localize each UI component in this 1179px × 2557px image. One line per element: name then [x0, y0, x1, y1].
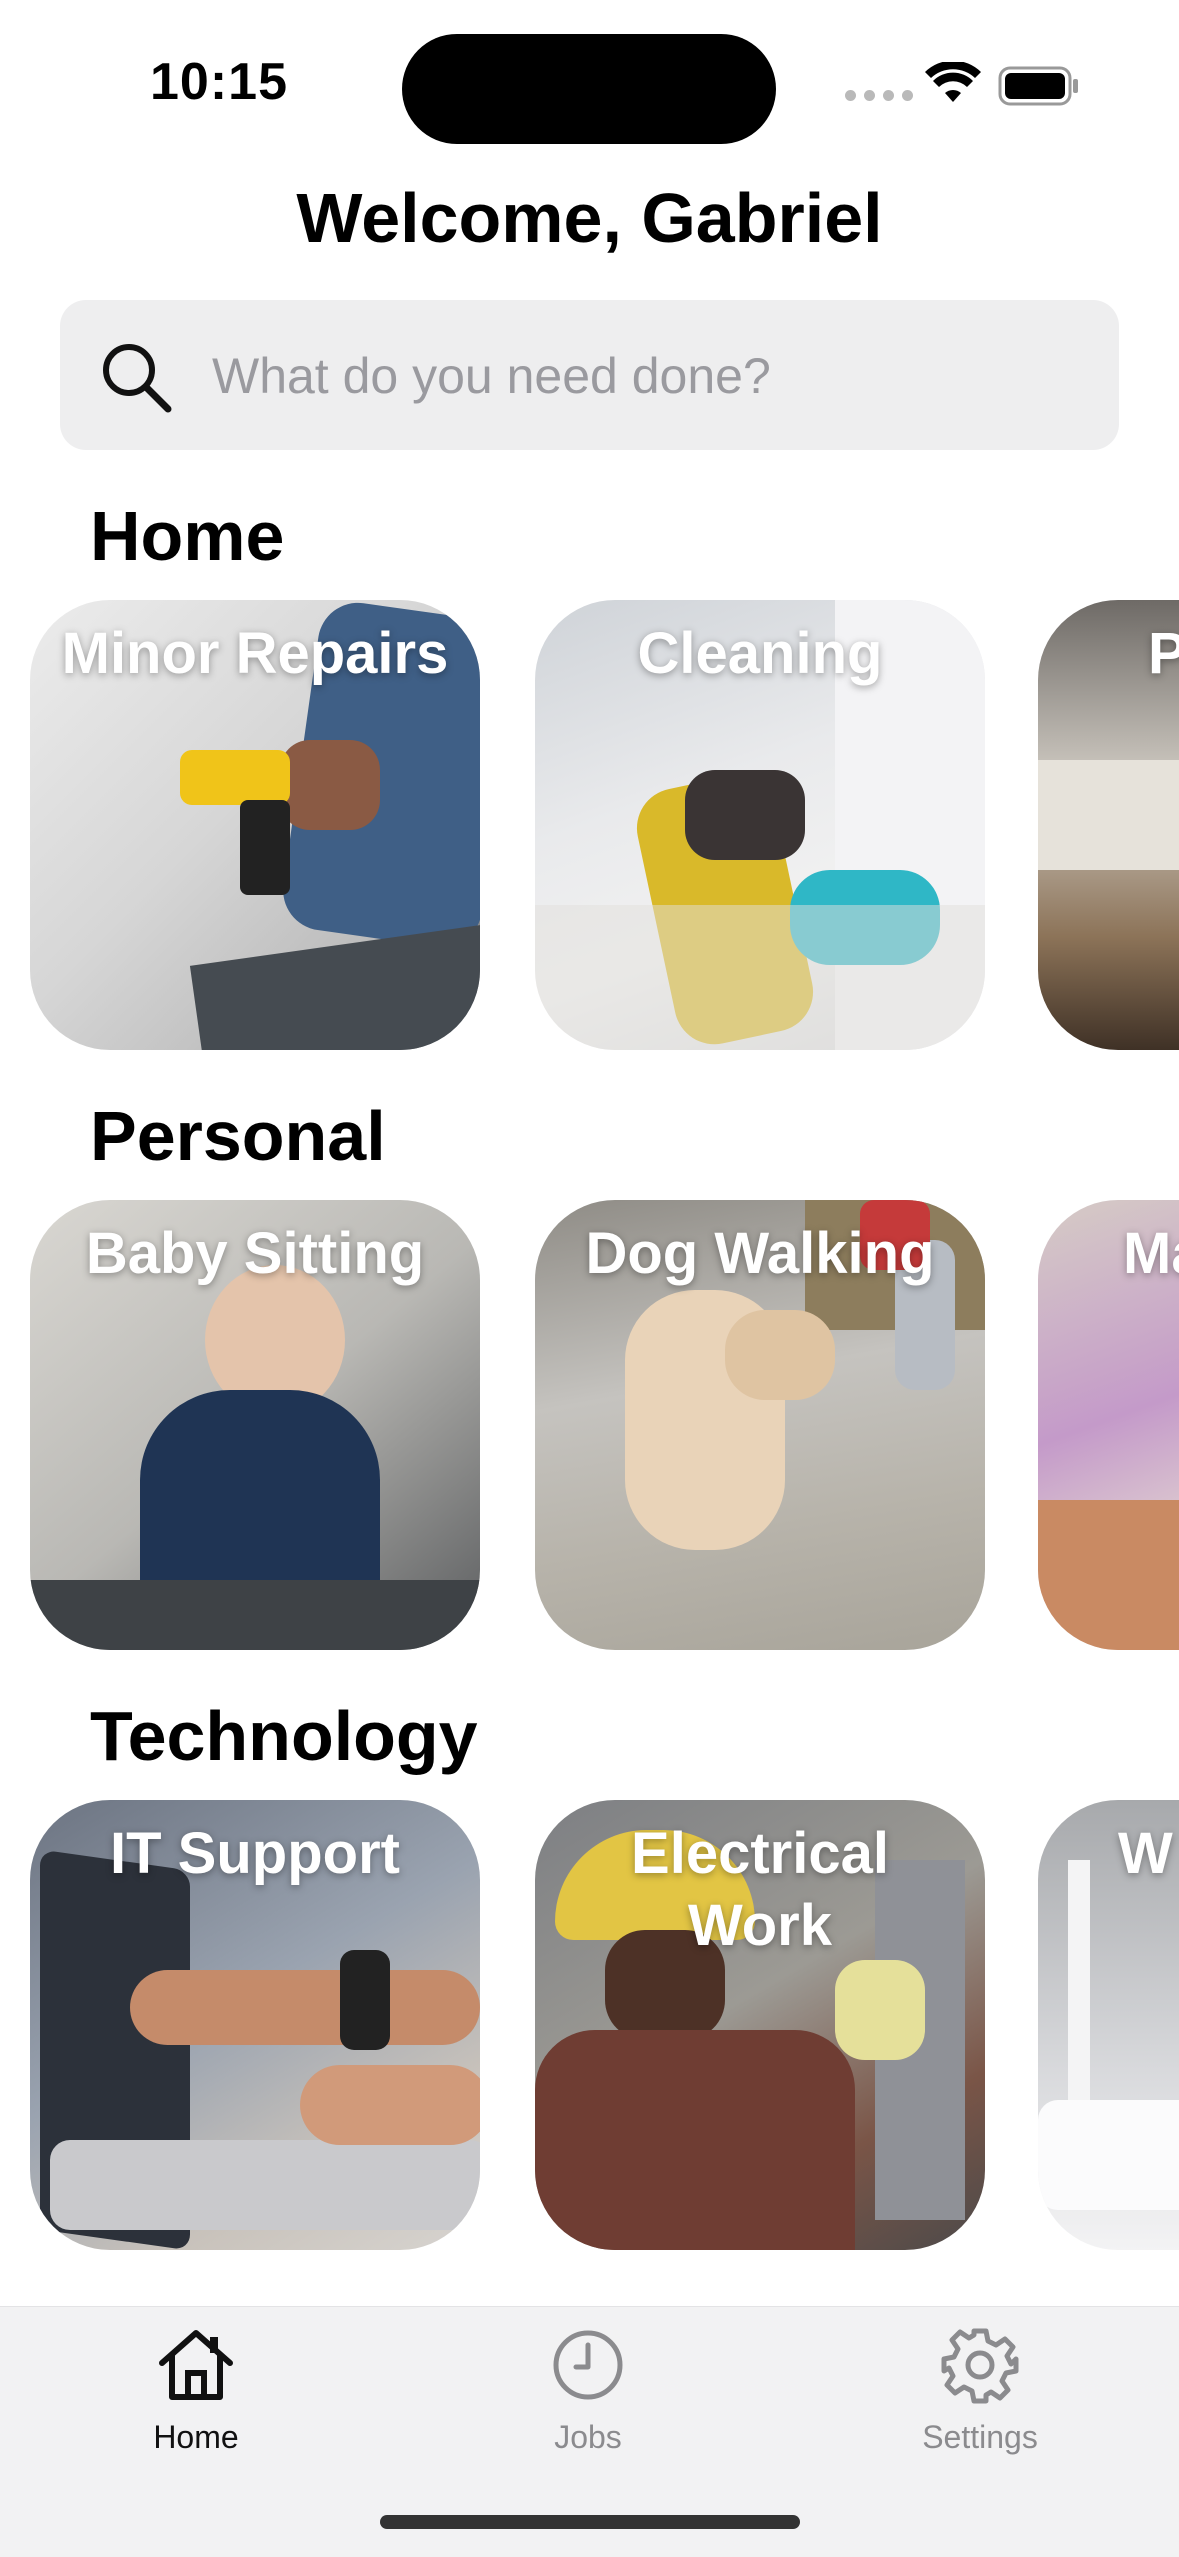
category-card-massage[interactable]: Ma	[1038, 1200, 1179, 1650]
category-card-baby-sitting[interactable]: Baby Sitting	[30, 1200, 480, 1650]
tab-label: Jobs	[554, 2419, 622, 2455]
tab-settings[interactable]: Settings	[880, 2307, 1080, 2467]
search-input[interactable]	[210, 340, 1094, 412]
card-label: IT Support	[110, 1821, 400, 1886]
category-row-personal[interactable]: Baby Sitting Dog Walking Ma	[0, 1200, 1179, 1650]
card-label: Ma	[1123, 1221, 1179, 1286]
tab-jobs[interactable]: Jobs	[488, 2307, 688, 2467]
tab-home[interactable]: Home	[96, 2307, 296, 2467]
battery-icon	[998, 66, 1078, 106]
section-title-home: Home	[90, 497, 285, 575]
gear-icon	[941, 2328, 1019, 2404]
card-label: Baby Sitting	[85, 1221, 425, 1286]
cellular-signal-icon	[845, 90, 913, 101]
category-card-wifi[interactable]: W	[1038, 1800, 1179, 2250]
section-title-technology: Technology	[90, 1697, 478, 1775]
wifi-icon	[925, 62, 981, 102]
category-card-dog-walking[interactable]: Dog Walking	[535, 1200, 985, 1650]
section-title-personal: Personal	[90, 1097, 386, 1175]
category-row-technology[interactable]: IT Support Electrical Work W	[0, 1800, 1179, 2250]
status-time: 10:15	[150, 53, 288, 111]
tab-label: Settings	[922, 2419, 1038, 2455]
search-bar[interactable]	[60, 300, 1119, 450]
house-icon	[159, 2330, 233, 2400]
category-row-home[interactable]: Minor Repairs Cleaning P	[0, 600, 1179, 1050]
card-label: W	[1118, 1821, 1173, 1886]
card-label: Minor Repairs	[61, 621, 449, 686]
category-card-painting[interactable]: P	[1038, 600, 1179, 1050]
card-label: Dog Walking	[585, 1221, 935, 1286]
card-label: P	[1148, 621, 1179, 686]
page-title: Welcome, Gabriel	[296, 179, 883, 257]
card-label: Electrical Work	[631, 1821, 889, 1958]
clock-icon	[553, 2330, 623, 2400]
dynamic-island	[402, 34, 776, 144]
category-card-minor-repairs[interactable]: Minor Repairs	[30, 600, 480, 1050]
category-card-it-support[interactable]: IT Support	[30, 1800, 480, 2250]
status-bar: 10:15	[0, 0, 1179, 170]
home-indicator	[380, 2515, 800, 2529]
category-card-electrical-work[interactable]: Electrical Work	[535, 1800, 985, 2250]
search-icon	[103, 344, 172, 413]
card-label: Cleaning	[637, 621, 883, 686]
tab-label: Home	[153, 2419, 239, 2455]
category-card-cleaning[interactable]: Cleaning	[535, 600, 985, 1050]
